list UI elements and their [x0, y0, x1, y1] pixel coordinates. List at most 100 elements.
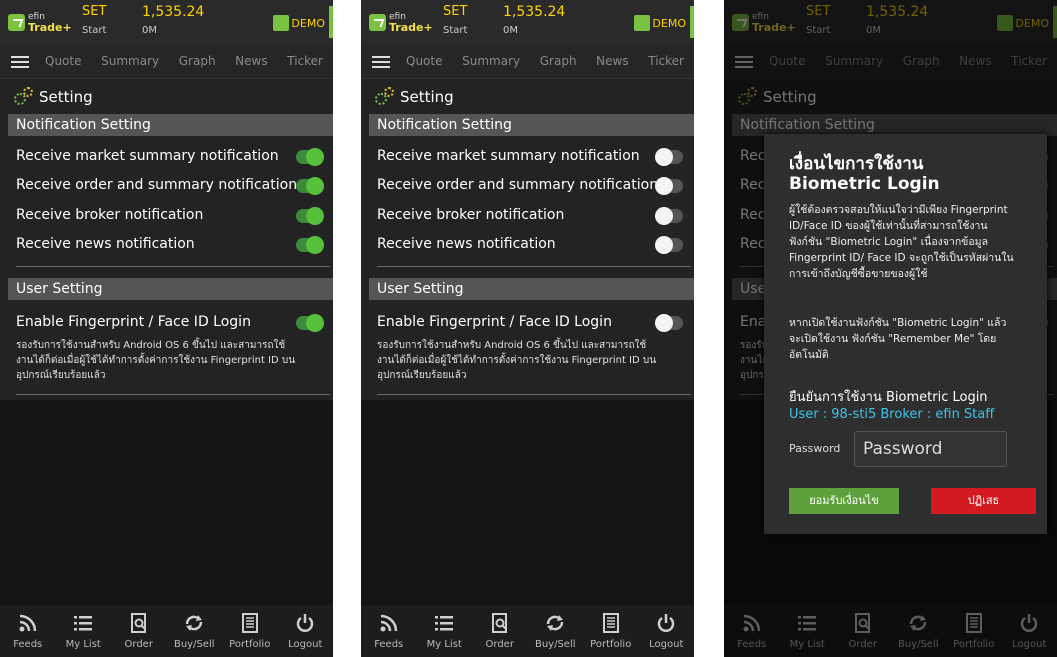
demo-label: DEMO [291, 16, 325, 30]
bottom-nav-buy-sell[interactable]: Buy/Sell [528, 605, 584, 657]
bottom-nav-logout[interactable]: Logout [278, 605, 334, 657]
screen-all-enabled: efin Trade+ SET Start 1,535.24 0M DEMO Q… [0, 0, 333, 657]
notification-section-header: Notification Setting [8, 114, 333, 136]
status-indicator [690, 6, 694, 38]
bottom-nav-feeds[interactable]: Feeds [361, 605, 417, 657]
tab-summary[interactable]: Summary [101, 54, 159, 68]
nav-tabs: Quote Summary Graph News Ticker [45, 54, 333, 68]
broker-toggle[interactable] [296, 207, 324, 225]
fingerprint-label: Enable Fingerprint / Face ID Login [16, 314, 251, 330]
bottom-nav-my-list[interactable]: My List [56, 605, 112, 657]
tab-news[interactable]: News [235, 54, 267, 68]
divider [16, 394, 330, 395]
nav-bar: Quote Summary Graph News Ticker [361, 45, 694, 79]
tab-graph[interactable]: Graph [540, 54, 577, 68]
dialog-subtitle: Biometric Login [789, 174, 940, 194]
tab-news[interactable]: News [596, 54, 628, 68]
notification-label: Receive market summary notification [377, 148, 640, 164]
nav-tabs: Quote Summary Graph News Ticker [406, 54, 694, 68]
fingerprint-toggle[interactable] [655, 314, 683, 332]
index-name: SET [82, 4, 107, 19]
fingerprint-description: รองรับการใช้งานสำหรับ Android OS 6 ขึ้นไ… [16, 340, 296, 381]
portfolio-icon [601, 613, 621, 633]
notification-row-order-summary: Receive order and summary notification [16, 175, 326, 197]
bottom-nav-label: My List [65, 639, 101, 650]
divider [16, 266, 330, 267]
dialog-title: เงื่อนไขการใช้งาน [789, 154, 924, 174]
index-status: Start [82, 25, 107, 36]
accept-button[interactable]: ยอมรับเงื่อนไข [789, 488, 899, 514]
bottom-nav-order[interactable]: Order [472, 605, 528, 657]
notification-label: Receive market summary notification [16, 148, 279, 164]
bottom-nav-label: My List [426, 639, 462, 650]
bottom-nav-label: Portfolio [229, 639, 271, 650]
portfolio-icon [240, 613, 260, 633]
tab-graph[interactable]: Graph [179, 54, 216, 68]
notification-label: Receive news notification [16, 236, 195, 252]
tab-ticker[interactable]: Ticker [648, 54, 684, 68]
bottom-nav-portfolio[interactable]: Portfolio [222, 605, 278, 657]
bottom-nav-portfolio[interactable]: Portfolio [583, 605, 639, 657]
menu-icon[interactable] [11, 56, 29, 69]
demo-badge[interactable]: DEMO [273, 14, 325, 32]
index-volume: 0M [503, 25, 518, 36]
divider [377, 394, 691, 395]
reject-button[interactable]: ปฏิเสธ [931, 488, 1036, 514]
notification-label: Receive news notification [377, 236, 556, 252]
fingerprint-row: Enable Fingerprint / Face ID Login [16, 312, 326, 334]
demo-badge[interactable]: DEMO [634, 14, 686, 32]
notification-label: Receive broker notification [377, 207, 565, 223]
fingerprint-toggle[interactable] [296, 314, 324, 332]
notification-row-broker: Receive broker notification [377, 205, 687, 227]
bottom-nav-feeds[interactable]: Feeds [0, 605, 56, 657]
content-blank-area [0, 400, 333, 605]
tab-quote[interactable]: Quote [406, 54, 442, 68]
fingerprint-description: รองรับการใช้งานสำหรับ Android OS 6 ขึ้นไ… [377, 340, 657, 381]
order-summary-toggle[interactable] [655, 177, 683, 195]
power-icon [656, 613, 676, 633]
rss-icon [18, 613, 38, 633]
logo-mark-icon [369, 14, 386, 31]
logo-mark-icon [8, 14, 25, 31]
user-section-header: User Setting [369, 278, 694, 300]
dialog-terms-text: ผู้ใช้ต้องตรวจสอบให้แน่ใจว่ามีเพียง Fing… [789, 204, 1014, 280]
user-section-header: User Setting [8, 278, 333, 300]
bottom-nav-order[interactable]: Order [111, 605, 167, 657]
fingerprint-row: Enable Fingerprint / Face ID Login [377, 312, 687, 334]
dialog-confirm-heading: ยืนยันการใช้งาน Biometric Login [789, 390, 988, 405]
top-bar: efin Trade+ SET Start 1,535.24 0M DEMO [0, 0, 333, 45]
notification-row-order-summary: Receive order and summary notification [377, 175, 687, 197]
bottom-nav-label: Feeds [13, 639, 43, 650]
list-icon [73, 613, 93, 633]
bottom-nav-buy-sell[interactable]: Buy/Sell [167, 605, 223, 657]
order-summary-toggle[interactable] [296, 177, 324, 195]
notification-row-news: Receive news notification [16, 234, 326, 256]
page-title: Setting [39, 88, 93, 106]
content-blank-area [361, 400, 694, 605]
news-toggle[interactable] [655, 236, 683, 254]
logo-text-trade: Trade+ [389, 21, 433, 34]
news-toggle[interactable] [296, 236, 324, 254]
market-summary-toggle[interactable] [296, 148, 324, 166]
demo-icon [634, 15, 651, 31]
efin-trade-logo: efin Trade+ [369, 12, 439, 34]
password-input[interactable] [854, 431, 1007, 467]
tab-ticker[interactable]: Ticker [287, 54, 323, 68]
index-value: 1,535.24 [142, 4, 205, 20]
notification-label: Receive broker notification [16, 207, 204, 223]
broker-toggle[interactable] [655, 207, 683, 225]
demo-icon [273, 15, 290, 31]
notification-label: Receive order and summary notification [377, 177, 659, 193]
notification-row-broker: Receive broker notification [16, 205, 326, 227]
order-icon [129, 613, 149, 633]
market-summary-toggle[interactable] [655, 148, 683, 166]
bottom-nav-label: Portfolio [590, 639, 632, 650]
bottom-nav: Feeds My List Order Buy/Sell Portfolio [0, 605, 333, 657]
bottom-nav-my-list[interactable]: My List [417, 605, 473, 657]
menu-icon[interactable] [372, 56, 390, 69]
tab-summary[interactable]: Summary [462, 54, 520, 68]
power-icon [295, 613, 315, 633]
bottom-nav-logout[interactable]: Logout [639, 605, 695, 657]
tab-quote[interactable]: Quote [45, 54, 81, 68]
notification-row-news: Receive news notification [377, 234, 687, 256]
